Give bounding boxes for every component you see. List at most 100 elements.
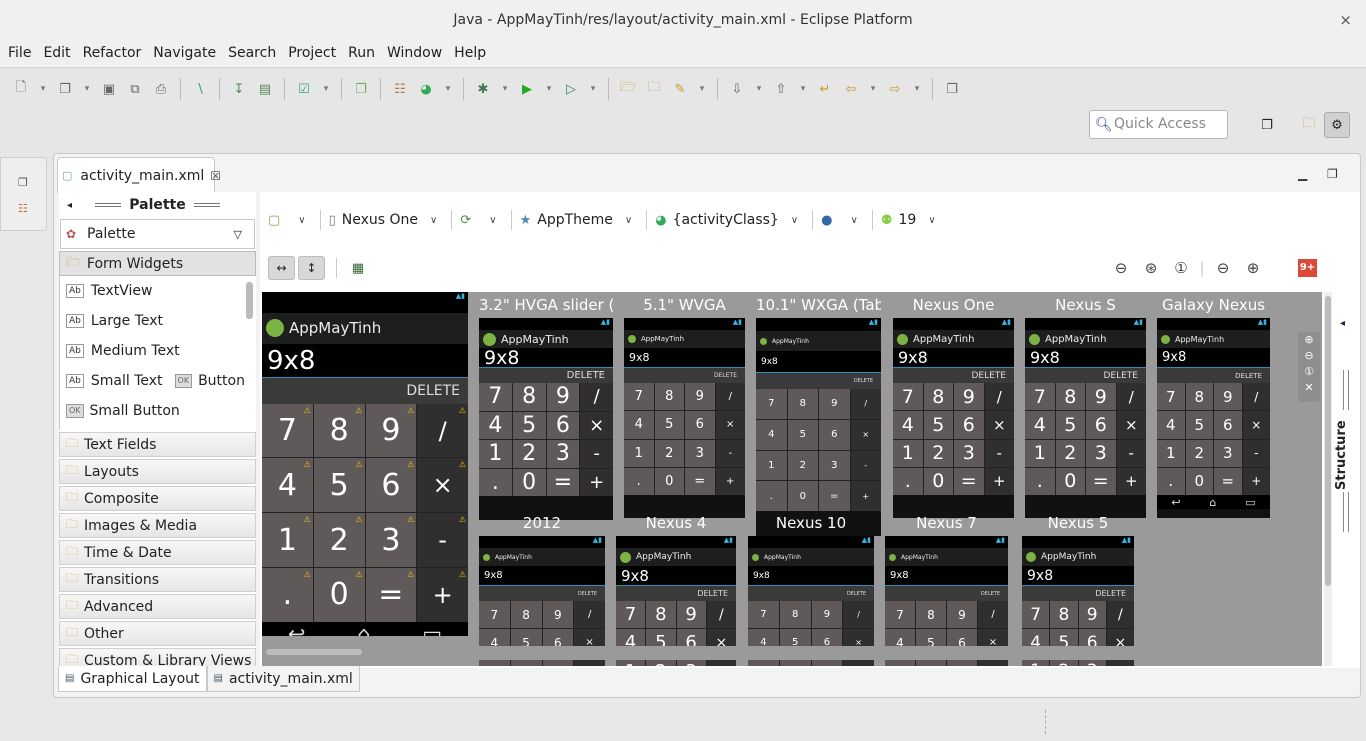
- category-other[interactable]: 🗀︎ Other: [59, 621, 256, 646]
- menu-navigate[interactable]: Navigate: [148, 40, 221, 67]
- calc-key[interactable]: .: [624, 467, 654, 495]
- previous-annotation-icon[interactable]: ⇧: [770, 78, 792, 100]
- menu-file[interactable]: File: [3, 40, 36, 67]
- calc-key[interactable]: .: [893, 467, 923, 495]
- category-advanced[interactable]: 🗀︎ Advanced: [59, 594, 256, 619]
- forward-icon[interactable]: ⇨: [884, 78, 906, 100]
- widget-medium-text[interactable]: Ab Medium Text: [60, 336, 256, 366]
- calc-key[interactable]: /: [1116, 383, 1146, 411]
- calc-key[interactable]: ×: [580, 411, 613, 440]
- calc-key[interactable]: 4: [624, 411, 654, 439]
- calc-key[interactable]: 6: [819, 419, 850, 450]
- calc-key[interactable]: 5: [512, 411, 546, 440]
- calc-key[interactable]: 6 ⚠: [365, 458, 417, 513]
- calc-key[interactable]: 3: [1214, 439, 1242, 467]
- device-preview[interactable]: AppMayTinh 9x8 DELETE 789/ 456× 123-.0=+: [1025, 318, 1146, 518]
- delete-button[interactable]: DELETE: [1235, 372, 1262, 380]
- open-perspective-icon[interactable]: ❐: [1254, 112, 1280, 138]
- delete-button[interactable]: DELETE: [578, 591, 597, 597]
- calc-key[interactable]: 2: [1185, 439, 1213, 467]
- run-icon[interactable]: ▶: [516, 78, 538, 100]
- calc-key[interactable]: 1: [624, 439, 654, 467]
- calc-key[interactable]: 7 ⚠: [262, 403, 313, 458]
- calc-key[interactable]: 3: [954, 439, 984, 467]
- calc-key[interactable]: 5: [923, 411, 953, 439]
- calc-key[interactable]: 9: [685, 383, 715, 411]
- last-edit-icon[interactable]: ↵: [814, 78, 836, 100]
- calc-key[interactable]: 1: [1025, 439, 1055, 467]
- palette-scrollbar[interactable]: [246, 282, 253, 319]
- calc-key[interactable]: .: [479, 468, 512, 497]
- calc-key[interactable]: ×: [984, 411, 1014, 439]
- calc-key[interactable]: 8: [787, 389, 818, 419]
- calc-key[interactable]: /: [1106, 601, 1134, 629]
- close-tab-icon[interactable]: ☒: [210, 169, 221, 183]
- calc-key[interactable]: 0: [512, 468, 546, 497]
- calc-key[interactable]: =: [546, 468, 580, 497]
- calc-key[interactable]: +: [850, 481, 881, 512]
- calc-key[interactable]: 3: [685, 439, 715, 467]
- expand-arrow-icon[interactable]: ◂: [1340, 318, 1345, 329]
- open-task-icon[interactable]: 🗀: [643, 78, 665, 100]
- calc-key[interactable]: 4: [1157, 411, 1185, 439]
- calc-key[interactable]: -: [1242, 439, 1270, 467]
- chevron-down-icon[interactable]: ▾: [80, 78, 94, 100]
- calc-key[interactable]: /: [850, 389, 881, 419]
- calc-key[interactable]: 5: [787, 419, 818, 450]
- calc-key[interactable]: /: [706, 601, 736, 629]
- toggle-fill-width-icon[interactable]: ↔: [268, 256, 295, 280]
- close-previews-icon[interactable]: ✕: [1298, 380, 1320, 396]
- calc-key[interactable]: 5 ⚠: [313, 458, 365, 513]
- calc-key[interactable]: 9 ⚠: [365, 403, 417, 458]
- tab-graphical-layout[interactable]: ▤ Graphical Layout: [58, 666, 207, 692]
- restore-icon[interactable]: ❐: [18, 176, 28, 189]
- avd-manager-icon[interactable]: ▤: [254, 78, 276, 100]
- category-images-media[interactable]: 🗀︎ Images & Media: [59, 513, 256, 538]
- calc-key[interactable]: 6: [1214, 411, 1242, 439]
- calc-key[interactable]: 9: [1078, 601, 1106, 629]
- category-text-fields[interactable]: 🗀︎ Text Fields: [59, 432, 256, 457]
- calc-key[interactable]: 7: [624, 383, 654, 411]
- home-icon[interactable]: ⌂: [357, 622, 370, 636]
- calc-key[interactable]: ×: [715, 411, 745, 439]
- recents-icon[interactable]: ▭: [1245, 496, 1255, 509]
- minimize-icon[interactable]: ▁: [1298, 167, 1307, 181]
- calc-key[interactable]: 1 ⚠: [262, 513, 313, 567]
- calc-key[interactable]: 9: [819, 389, 850, 419]
- calc-key[interactable]: - ⚠: [417, 513, 468, 567]
- calc-key[interactable]: +: [580, 468, 613, 497]
- java-perspective-icon[interactable]: 🗀: [1296, 112, 1322, 138]
- back-icon[interactable]: ↩: [1171, 496, 1180, 509]
- category-composite[interactable]: 🗀︎ Composite: [59, 486, 256, 511]
- calc-key[interactable]: 4: [1025, 411, 1055, 439]
- new-android-project-icon[interactable]: ❐: [350, 78, 372, 100]
- calc-key[interactable]: =: [1214, 467, 1242, 495]
- external-tools-icon[interactable]: ▷: [560, 78, 582, 100]
- calc-key[interactable]: 7: [479, 601, 510, 629]
- delete-button[interactable]: DELETE: [971, 371, 1006, 381]
- calc-key[interactable]: . ⚠: [262, 567, 313, 622]
- calc-key[interactable]: 0: [787, 481, 818, 512]
- toggle-fill-height-icon[interactable]: ↕: [298, 256, 325, 280]
- chevron-down-icon[interactable]: ▾: [319, 78, 333, 100]
- calc-key[interactable]: +: [1116, 467, 1146, 495]
- calc-key[interactable]: 9: [811, 601, 843, 629]
- editor-tab[interactable]: ▢ activity_main.xml ☒: [57, 157, 221, 193]
- calc-key[interactable]: /: [984, 383, 1014, 411]
- calc-key[interactable]: 3: [1086, 439, 1116, 467]
- calc-key[interactable]: -: [580, 440, 613, 468]
- calc-key[interactable]: 9: [947, 601, 977, 629]
- calc-key[interactable]: / ⚠: [417, 403, 468, 458]
- calc-key[interactable]: .: [756, 481, 787, 512]
- calc-key[interactable]: 5: [1055, 411, 1085, 439]
- calc-key[interactable]: 7: [616, 601, 646, 629]
- zoom-100-icon[interactable]: ①: [1166, 259, 1196, 277]
- debug-icon[interactable]: ✱: [472, 78, 494, 100]
- widget-button[interactable]: Button: [198, 373, 245, 389]
- calc-key[interactable]: 1: [893, 439, 923, 467]
- zoom-in-icon[interactable]: ⊕: [1238, 259, 1268, 277]
- calc-key[interactable]: 3: [819, 450, 850, 481]
- calc-key[interactable]: =: [819, 481, 850, 512]
- back-icon[interactable]: ↩: [288, 622, 306, 636]
- calc-key[interactable]: 2: [923, 439, 953, 467]
